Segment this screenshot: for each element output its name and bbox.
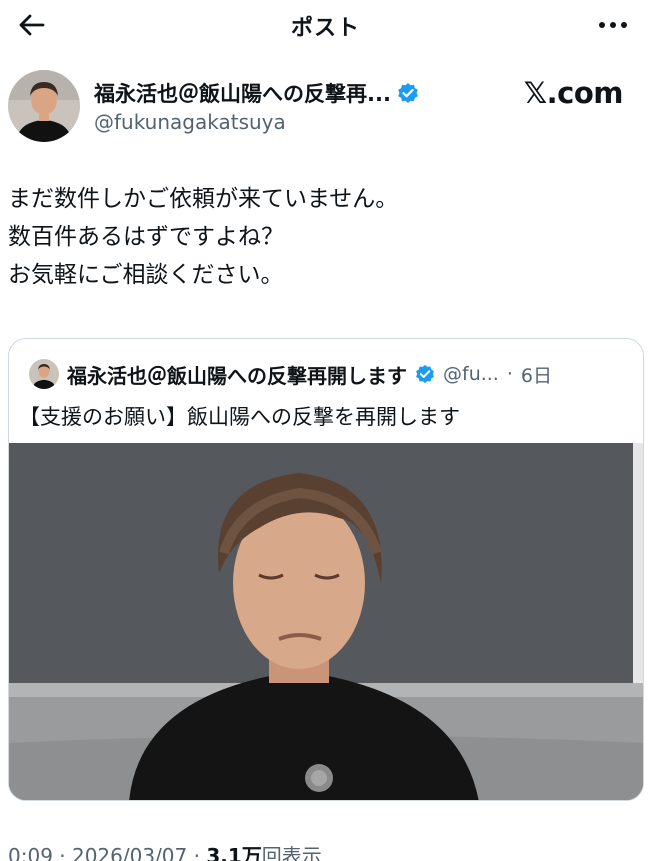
quoted-post-time: 6日 <box>520 364 552 387</box>
more-button[interactable] <box>593 10 633 40</box>
post-text-line: お気軽にご相談ください。 <box>8 262 284 288</box>
post-text-line: まだ数件しかご依頼が来ていません。 <box>8 186 399 212</box>
author-row: 福永活也＠飯山陽への反撃再... @fukunagakatsuya 𝕏.com <box>8 70 643 144</box>
quoted-author-avatar[interactable] <box>29 359 59 389</box>
views-count: 3.1万 <box>206 844 262 861</box>
more-horizontal-icon <box>599 22 605 28</box>
separator-dot: · <box>506 363 513 385</box>
post-meta: 0:09 · 2026/03/07 · 3.1万回表示 <box>8 840 322 861</box>
more-dot <box>621 22 627 28</box>
quoted-post-text: 【支援のお願い】飯山陽への反撃を再開します <box>19 405 460 429</box>
post-text-line: 数百件あるはずですよね？ <box>8 224 284 250</box>
quoted-author-name[interactable]: 福永活也＠飯山陽への反撃再開します <box>67 360 407 389</box>
post-text: まだ数件しかご依頼が来ていません。 数百件あるはずですよね？ お気軽にご相談くだ… <box>8 180 638 294</box>
author-avatar[interactable] <box>8 70 80 142</box>
quoted-post-header: 福永活也＠飯山陽への反撃再開します @fu... · 6日 <box>29 359 552 389</box>
top-bar: ポスト <box>0 0 651 52</box>
author-name[interactable]: 福永活也＠飯山陽への反撃再... <box>94 78 391 108</box>
avatar-image <box>8 70 80 142</box>
views-label: 回表示 <box>261 844 322 861</box>
quoted-author-handle: @fu... <box>443 363 499 385</box>
verified-badge-icon <box>416 364 434 384</box>
author-handle[interactable]: @fukunagakatsuya <box>94 110 286 134</box>
more-dot <box>610 22 616 28</box>
source-label: 𝕏.com <box>523 76 624 110</box>
video-frame <box>9 443 643 800</box>
quoted-video[interactable] <box>9 443 643 800</box>
verified-badge-icon <box>398 83 418 103</box>
post-timestamp: 0:09 · 2026/03/07 · <box>8 844 207 861</box>
avatar-image <box>29 359 59 389</box>
author-name-row: 福永活也＠飯山陽への反撃再... <box>94 78 419 108</box>
quoted-post-card[interactable]: 福永活也＠飯山陽への反撃再開します @fu... · 6日 【支援のお願い】飯山… <box>8 338 644 801</box>
page-title: ポスト <box>290 16 360 41</box>
